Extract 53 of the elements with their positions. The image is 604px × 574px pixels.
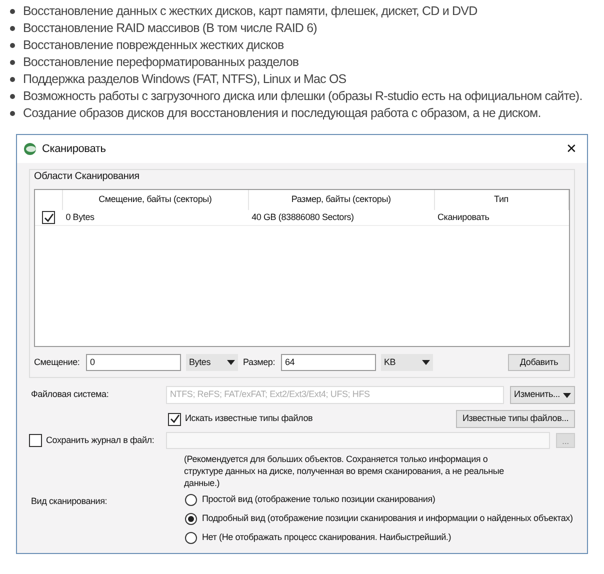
table-cell-text: 40 GB (83886080 Sectors) xyxy=(250,210,355,224)
field-label: Файловая система: xyxy=(30,388,110,402)
size-field[interactable]: 64 xyxy=(281,354,376,371)
note-text: (Рекомендуется для больших объектов. Сохраняется только информация о структуре данных на диске, полученная во время сканирования, а не реальные данные.) xyxy=(184,453,505,489)
close-button[interactable]: ✕ xyxy=(562,139,581,159)
caret-icon xyxy=(562,392,571,398)
change-button[interactable]: Изменить... xyxy=(510,386,575,404)
radio-label: Нет (Не отображать процесс сканирования. Наибыстрейший.) xyxy=(202,531,452,544)
field-label: Вид сканирования: xyxy=(30,495,108,508)
caret-icon xyxy=(227,360,235,365)
bullet-text: Восстановление переформатированных разделов xyxy=(23,54,299,71)
checkmark-icon xyxy=(44,212,54,222)
bullet-text: Создание образов дисков для восстановления и последующая работа с образом, а не диском. xyxy=(23,105,541,122)
bullet-icon xyxy=(10,26,15,31)
table-cell-text: 0 Bytes xyxy=(64,210,96,224)
bullet-icon xyxy=(10,77,15,82)
checkmark-icon xyxy=(170,414,180,424)
field-label: Смещение: xyxy=(34,356,81,369)
checkbox-label: Искать известные типы файлов xyxy=(185,412,313,426)
unit-dropdown[interactable]: Bytes xyxy=(186,354,238,371)
bullet-icon xyxy=(10,43,15,48)
window-title: Сканировать xyxy=(42,142,106,157)
radio-button[interactable] xyxy=(185,494,197,506)
checkbox[interactable] xyxy=(168,412,181,426)
known-types-button[interactable]: Известные типы файлов... xyxy=(456,410,575,428)
column-header[interactable]: Смещение, байты (секторы) xyxy=(62,190,249,210)
app-icon xyxy=(23,142,37,156)
bullet-text: Восстановление данных с жестких дисков, карт памяти, флешек, дискет, CD и DVD xyxy=(23,3,478,20)
field-label: Размер: xyxy=(243,356,276,369)
file-system-field: NTFS; ReFS; FAT/exFAT; Ext2/Ext3/Ext4; UFS; HFS xyxy=(166,386,504,404)
radio-button[interactable] xyxy=(185,513,197,525)
radio-label: Простой вид (отображение только позиции сканирования) xyxy=(202,493,436,506)
bullet-text: Восстановление RAID массивов (В том числе RAID 6) xyxy=(23,20,317,37)
checkbox[interactable] xyxy=(29,434,42,447)
radio-button[interactable] xyxy=(185,532,197,544)
bullet-text: Поддержка разделов Windows (FAT, NTFS), Linux и Mac OS xyxy=(23,71,346,88)
bullet-icon xyxy=(10,9,15,14)
bullet-icon xyxy=(10,94,15,99)
radio-label: Подробный вид (отображение позиции сканирования и информации о найденных объектах) xyxy=(202,512,573,526)
bullet-icon xyxy=(10,111,15,116)
group-title: Области Сканирования xyxy=(34,170,140,184)
caret-icon xyxy=(422,360,430,365)
column-header[interactable]: Размер, байты (секторы) xyxy=(248,190,435,210)
bullet-text: Восстановление поврежденных жестких дисков xyxy=(23,37,284,54)
offset-field[interactable]: 0 xyxy=(86,354,181,371)
bullet-text: Возможность работы с загрузочного диска или флешки (образы R-studio есть на официальном сайте). xyxy=(23,88,582,105)
table-cell-text: Сканировать xyxy=(436,210,490,224)
column-header[interactable]: Тип xyxy=(434,190,569,210)
unit-dropdown[interactable]: KB xyxy=(381,354,433,371)
checkbox-label: Сохранить журнал в файл: xyxy=(46,434,154,447)
add-button[interactable]: Добавить xyxy=(508,354,570,371)
checkbox[interactable] xyxy=(42,211,56,224)
bullet-icon xyxy=(10,60,15,65)
